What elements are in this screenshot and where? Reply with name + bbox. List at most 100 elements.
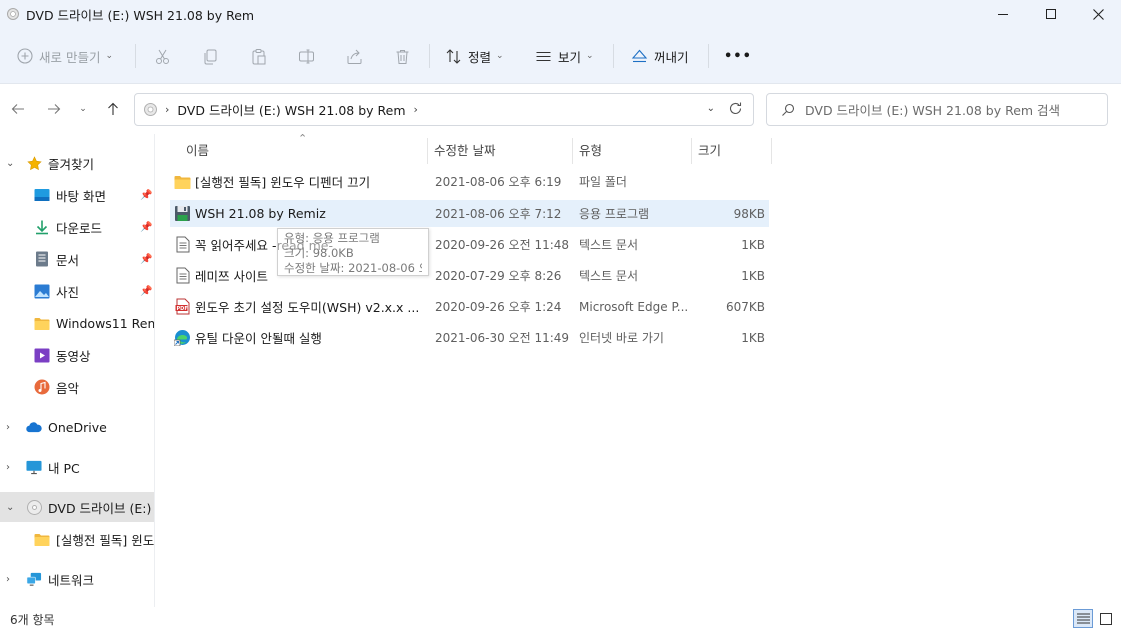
tooltip-size: 크기: 98.0KB xyxy=(284,246,354,260)
dvd-drive-icon xyxy=(26,499,42,515)
sort-button[interactable]: 정렬 ⌄ xyxy=(445,28,504,84)
file-row[interactable]: WSH 21.08 by Remiz 2021-08-06 오후 7:12 응용… xyxy=(170,200,769,227)
copy-button[interactable] xyxy=(202,28,219,84)
file-size: 1KB xyxy=(741,237,765,252)
sidebar-label: Windows11 Remiz xyxy=(56,315,154,331)
column-header-type[interactable]: 유형 xyxy=(579,134,602,164)
file-type: Microsoft Edge P... xyxy=(579,299,689,314)
delete-button[interactable] xyxy=(394,28,411,84)
file-row[interactable]: 꼭 읽어주세요 -read me- 2020-09-26 오전 11:48 텍스… xyxy=(170,231,769,258)
navigation-pane: ⌄ 즐겨찾기 바탕 화면 📌 다운로드 📌 문서 📌 사진 📌 Windows1… xyxy=(0,134,155,607)
chevron-right-icon[interactable]: › xyxy=(6,422,10,433)
eject-icon xyxy=(631,49,648,62)
eject-button[interactable]: 꺼내기 xyxy=(631,28,689,84)
sidebar-label: 문서 xyxy=(56,252,80,268)
close-button[interactable] xyxy=(1075,0,1121,28)
column-header-label: 수정한 날짜 xyxy=(434,142,496,158)
sidebar-item-desktop[interactable]: 바탕 화면 📌 xyxy=(0,180,154,210)
videos-icon xyxy=(34,347,50,363)
chevron-down-icon: ⌄ xyxy=(79,104,87,114)
toolbar-divider xyxy=(708,44,709,68)
column-divider[interactable] xyxy=(771,138,772,164)
file-date: 2020-07-29 오후 8:26 xyxy=(435,269,562,283)
chevron-right-icon: › xyxy=(165,103,170,116)
new-button-label: 새로 만들기 xyxy=(39,49,101,65)
pin-icon: 📌 xyxy=(140,189,153,201)
column-divider[interactable] xyxy=(572,138,573,164)
sidebar-item-pictures[interactable]: 사진 📌 xyxy=(0,276,154,306)
column-header-date[interactable]: 수정한 날짜 xyxy=(434,134,495,164)
folder-icon xyxy=(174,173,191,190)
column-divider[interactable] xyxy=(427,138,428,164)
pin-icon: 📌 xyxy=(140,221,153,233)
sidebar-item-downloads[interactable]: 다운로드 📌 xyxy=(0,212,154,242)
large-icons-view-icon xyxy=(1100,612,1112,625)
sidebar-label: 다운로드 xyxy=(56,220,103,236)
eject-button-label: 꺼내기 xyxy=(654,49,689,65)
file-row[interactable]: PDF 윈도우 초기 설정 도우미(WSH) v2.x.x ... 2020-0… xyxy=(170,293,769,320)
text-file-icon xyxy=(174,236,191,253)
file-row[interactable]: [실행전 필독] 윈도우 디펜더 끄기 2021-08-06 오후 6:19 파… xyxy=(170,168,769,195)
folder-icon xyxy=(34,315,50,331)
minimize-button[interactable] xyxy=(980,0,1026,28)
sidebar-item-videos[interactable]: 동영상 xyxy=(0,340,154,370)
address-history-dropdown[interactable]: ⌄ xyxy=(707,103,715,114)
sidebar-item-windows11-remiz[interactable]: Windows11 Remiz xyxy=(0,308,154,338)
up-button[interactable] xyxy=(103,98,123,120)
folder-icon xyxy=(34,531,50,547)
chevron-down-icon[interactable]: ⌄ xyxy=(6,158,14,169)
column-header-name[interactable]: 이름 xyxy=(186,134,209,164)
chevron-right-icon[interactable]: › xyxy=(6,462,10,473)
maximize-button[interactable] xyxy=(1028,0,1074,28)
chevron-down-icon[interactable]: ⌄ xyxy=(6,502,14,513)
sidebar-item-this-pc[interactable]: › 내 PC xyxy=(0,452,154,482)
address-bar[interactable]: › DVD 드라이브 (E:) WSH 21.08 by Rem › ⌄ xyxy=(134,93,754,126)
view-button-label: 보기 xyxy=(558,49,582,65)
star-icon xyxy=(26,155,42,171)
forward-button[interactable] xyxy=(44,98,64,120)
sidebar-item-onedrive[interactable]: › OneDrive xyxy=(0,412,154,442)
sidebar-label: 사진 xyxy=(56,284,80,300)
details-view-button[interactable] xyxy=(1073,609,1093,628)
installer-icon xyxy=(174,205,191,222)
desktop-icon xyxy=(34,187,50,203)
more-options-button[interactable]: ••• xyxy=(724,28,752,84)
sidebar-item-quick-access[interactable]: ⌄ 즐겨찾기 xyxy=(0,148,154,178)
sidebar-item-dvd-drive[interactable]: ⌄ DVD 드라이브 (E:) WSH 21.08 by Rem xyxy=(0,492,154,522)
file-name: 윈도우 초기 설정 도우미(WSH) v2.x.x ... xyxy=(195,300,420,315)
address-path[interactable]: DVD 드라이브 (E:) WSH 21.08 by Rem xyxy=(177,100,405,119)
status-bar: 6개 항목 xyxy=(0,607,1121,629)
tooltip-modified: 수정한 날짜: 2021-08-06 오후 7:12 xyxy=(284,261,422,275)
file-row[interactable]: 레미쯔 사이트 2020-07-29 오후 8:26 텍스트 문서 1KB xyxy=(170,262,769,289)
file-size: 98KB xyxy=(733,206,765,221)
download-icon xyxy=(34,219,50,235)
rename-button[interactable] xyxy=(298,28,315,84)
new-button[interactable]: 새로 만들기 ⌄ xyxy=(17,28,113,84)
chevron-right-icon[interactable]: › xyxy=(414,103,418,116)
sidebar-item-dvd-child-folder[interactable]: [실행전 필독] 윈도우 디펜더 끄기 xyxy=(0,524,154,554)
view-button[interactable]: 보기 ⌄ xyxy=(535,28,594,84)
column-header-label: 크기 xyxy=(698,142,722,158)
refresh-button[interactable] xyxy=(728,101,743,119)
file-type: 텍스트 문서 xyxy=(579,238,639,252)
paste-button[interactable] xyxy=(250,28,267,84)
sidebar-item-network[interactable]: › 네트워크 xyxy=(0,564,154,594)
sidebar-label: DVD 드라이브 (E:) WSH 21.08 by Rem xyxy=(48,500,154,516)
share-button[interactable] xyxy=(346,28,363,84)
search-placeholder: DVD 드라이브 (E:) WSH 21.08 by Rem 검색 xyxy=(805,103,1061,118)
search-box[interactable]: DVD 드라이브 (E:) WSH 21.08 by Rem 검색 xyxy=(766,93,1108,126)
column-divider[interactable] xyxy=(691,138,692,164)
column-header-label: 유형 xyxy=(579,142,603,158)
sidebar-label: 동영상 xyxy=(56,348,91,364)
file-row[interactable]: 유틸 다운이 안될때 실행 2021-06-30 오전 11:49 인터넷 바로… xyxy=(170,324,769,351)
recent-locations-button[interactable]: ⌄ xyxy=(76,98,90,120)
sidebar-item-music[interactable]: 음악 xyxy=(0,372,154,402)
large-icons-view-button[interactable] xyxy=(1096,609,1116,628)
cut-button[interactable] xyxy=(154,28,171,84)
sidebar-item-documents[interactable]: 문서 📌 xyxy=(0,244,154,274)
chevron-right-icon[interactable]: › xyxy=(6,574,10,585)
column-header-size[interactable]: 크기 xyxy=(698,134,721,164)
sidebar-label: OneDrive xyxy=(48,419,107,435)
file-date: 2020-09-26 오전 11:48 xyxy=(435,238,570,252)
back-button[interactable] xyxy=(8,98,28,120)
